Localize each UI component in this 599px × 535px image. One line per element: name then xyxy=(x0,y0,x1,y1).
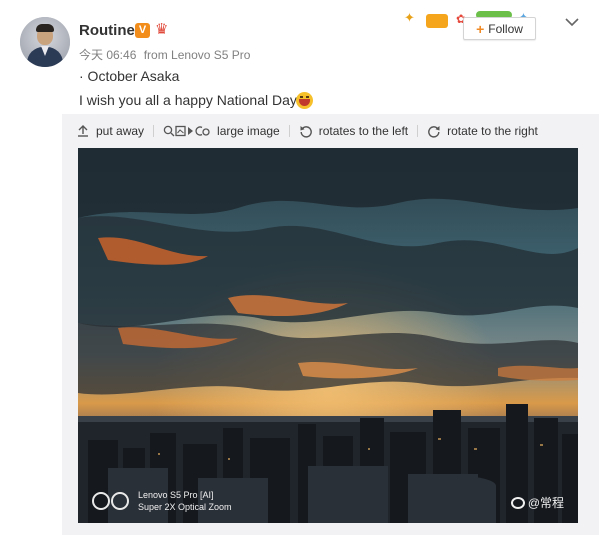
divider xyxy=(288,125,290,137)
post-photo[interactable]: Lenovo S5 Pro [AI] Super 2X Optical Zoom… xyxy=(78,148,578,523)
post-text-line-2: I wish you all a happy National Day xyxy=(79,92,297,108)
media-panel: put away large image rotates to the left… xyxy=(62,114,599,535)
search-image-icon xyxy=(163,125,210,137)
avatar[interactable] xyxy=(20,17,70,67)
follow-button[interactable]: + Follow xyxy=(463,17,536,40)
large-image-label: large image xyxy=(217,124,280,138)
post-meta: 今天 06:46 from Lenovo S5 Pro xyxy=(79,46,250,63)
weibo-post-card: Routine V ♛ 今天 06:46 from Lenovo S5 Pro … xyxy=(0,0,599,535)
divider xyxy=(417,125,419,137)
rotate-right-button[interactable]: rotate to the right xyxy=(427,121,538,141)
rotate-right-label: rotate to the right xyxy=(447,124,538,138)
camera-lens-icon xyxy=(92,492,130,510)
sunset-city-photo xyxy=(78,148,578,523)
rotate-left-label: rotates to the left xyxy=(318,124,409,138)
rotate-right-icon xyxy=(428,126,440,138)
watermark-zoom: Super 2X Optical Zoom xyxy=(138,502,232,512)
weibo-icon xyxy=(510,496,525,509)
post-text-line-1: · October Asaka xyxy=(79,68,180,84)
camera-watermark: Lenovo S5 Pro [AI] Super 2X Optical Zoom xyxy=(92,489,232,513)
smile-emoji-icon xyxy=(296,92,313,109)
verified-badge-icon: V xyxy=(135,23,150,38)
follow-label: Follow xyxy=(488,21,523,36)
plus-icon: + xyxy=(476,20,485,37)
rotate-left-icon xyxy=(300,126,312,138)
media-toolbar: put away large image rotates to the left… xyxy=(62,114,599,148)
arrow-up-icon xyxy=(78,125,88,137)
post-source: from Lenovo S5 Pro xyxy=(143,48,251,62)
photo-credit: @常程 xyxy=(510,494,564,511)
watermark-model: Lenovo S5 Pro [AI] xyxy=(138,490,214,500)
photo-credit-text: @常程 xyxy=(527,496,564,510)
put-away-label: put away xyxy=(96,124,145,138)
post-time[interactable]: 今天 06:46 xyxy=(79,48,136,62)
large-image-button[interactable]: large image xyxy=(163,121,280,141)
chevron-down-icon[interactable] xyxy=(563,15,581,29)
author-name[interactable]: Routine xyxy=(79,22,135,39)
crown-icon: ♛ xyxy=(155,21,169,38)
rotate-left-button[interactable]: rotates to the left xyxy=(299,121,408,141)
divider xyxy=(153,125,155,137)
put-away-button[interactable]: put away xyxy=(76,121,144,141)
